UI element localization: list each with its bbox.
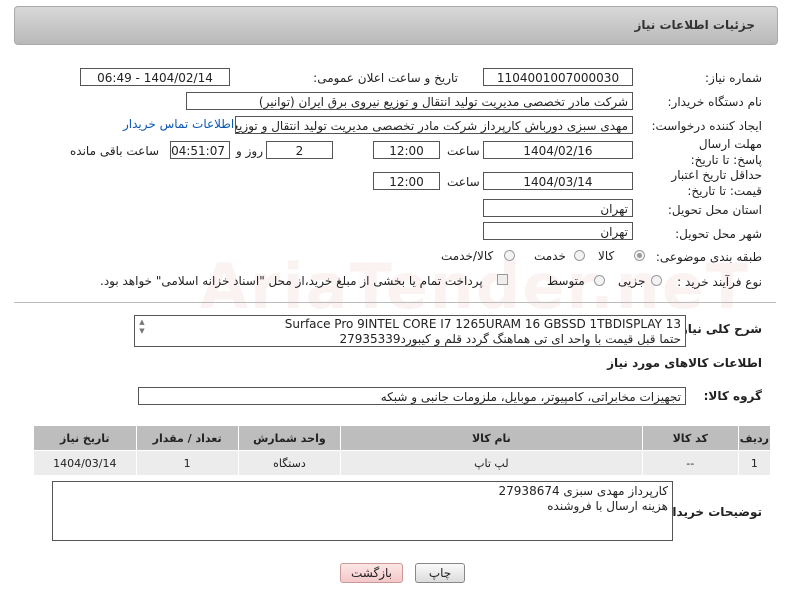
col-code: کد کالا	[641, 425, 739, 451]
process-radio-medium[interactable]	[594, 275, 605, 286]
process-radio-minor[interactable]	[651, 275, 662, 286]
textarea-scroll-arrows[interactable]: ▲ ▼	[137, 318, 147, 344]
city-field[interactable]: تهران	[483, 222, 633, 240]
deadline-time-field[interactable]: 12:00	[373, 141, 440, 159]
days-field[interactable]: 2	[266, 141, 333, 159]
goods-section-title: اطلاعات کالاهای مورد نیاز	[607, 356, 762, 370]
cell-row: 1	[737, 450, 772, 476]
divider	[14, 302, 776, 303]
goods-table-header: ردیف کد کالا نام کالا واحد شمارش تعداد /…	[33, 425, 772, 451]
province-field[interactable]: تهران	[483, 199, 633, 217]
buyer-contact-link[interactable]: اطلاعات تماس خریدار	[123, 117, 234, 131]
cell-name: لپ تاپ	[340, 450, 643, 476]
category-option-goods: کالا	[598, 249, 615, 263]
category-radio-goods-service[interactable]	[504, 250, 515, 261]
creator-label: ایجاد کننده درخواست:	[651, 119, 762, 133]
deadline-label: مهلت ارسال پاسخ: تا تاریخ:	[690, 137, 762, 167]
category-radio-goods[interactable]	[634, 250, 645, 261]
category-label: طبقه بندی موضوعی:	[655, 250, 762, 264]
table-row[interactable]: 1 -- لپ تاپ دستگاه 1 1404/03/14	[33, 450, 772, 476]
city-label: شهر محل تحویل:	[675, 227, 762, 241]
buyer-org-label: نام دستگاه خریدار:	[667, 95, 763, 109]
validity-time-field[interactable]: 12:00	[373, 172, 440, 190]
process-label: نوع فرآیند خرید :	[677, 275, 762, 289]
goods-group-field[interactable]: تجهیزات مخابراتی، کامپیوتر، موبایل، ملزو…	[138, 387, 686, 405]
buyer-notes-label: توضیحات خریدار:	[660, 505, 762, 519]
announce-date-field[interactable]: 1404/02/14 - 06:49	[80, 68, 230, 86]
province-label: استان محل تحویل:	[667, 203, 762, 217]
payment-checkbox[interactable]	[497, 274, 508, 285]
col-unit: واحد شمارش	[237, 425, 342, 451]
process-option-minor: جزیی	[618, 274, 646, 288]
buyer-notes-line-2: هزینه ارسال با فروشنده	[547, 499, 668, 513]
buyer-org-field[interactable]: شرکت مادر تخصصی مدیریت تولید انتقال و تو…	[186, 92, 633, 110]
page-header: جزئیات اطلاعات نیاز	[14, 6, 778, 45]
goods-group-label: گروه کالا:	[703, 389, 762, 403]
page-title: جزئیات اطلاعات نیاز	[634, 18, 755, 32]
cell-unit: دستگاه	[237, 450, 342, 476]
description-textarea[interactable]: Surface Pro 9INTEL CORE I7 1265URAM 16 G…	[134, 315, 686, 347]
description-line-1: Surface Pro 9INTEL CORE I7 1265URAM 16 G…	[284, 317, 681, 331]
category-radio-service[interactable]	[574, 250, 585, 261]
remaining-label: ساعت باقی مانده	[70, 144, 160, 158]
back-button[interactable]: بازگشت	[340, 563, 403, 583]
col-date: تاریخ نیاز	[33, 425, 137, 451]
buyer-notes-line-1: کارپرداز مهدی سبزی 27938674	[498, 484, 668, 498]
payment-note: پرداخت تمام یا بخشی از مبلغ خرید،از محل …	[100, 274, 483, 288]
category-option-service: خدمت	[534, 249, 566, 263]
print-button[interactable]: چاپ	[415, 563, 465, 583]
col-row: ردیف	[737, 425, 772, 451]
remaining-time-field[interactable]: 04:51:07	[170, 141, 230, 159]
category-option-goods-service: کالا/خدمت	[441, 249, 494, 263]
need-number-field[interactable]: 1104001007000030	[483, 68, 633, 86]
cell-date: 1404/03/14	[33, 450, 137, 476]
deadline-time-label: ساعت	[447, 144, 480, 158]
announce-label: تاریخ و ساعت اعلان عمومی:	[313, 71, 458, 85]
cell-code: --	[641, 450, 739, 476]
cell-qty: 1	[135, 450, 239, 476]
col-qty: تعداد / مقدار	[135, 425, 239, 451]
description-line-2: حتما قبل قیمت با واحد ای تی هماهنگ گردد …	[339, 332, 681, 346]
process-option-medium: متوسط	[547, 274, 585, 288]
validity-time-label: ساعت	[447, 175, 480, 189]
description-label: شرح کلی نیاز:	[676, 322, 762, 336]
creator-field[interactable]: مهدی سبزی دورباش کارپرداز شرکت مادر تخصص…	[235, 116, 633, 134]
need-number-label: شماره نیاز:	[705, 71, 762, 85]
days-label: روز و	[236, 144, 263, 158]
deadline-date-field[interactable]: 1404/02/16	[483, 141, 633, 159]
goods-table: ردیف کد کالا نام کالا واحد شمارش تعداد /…	[33, 425, 772, 476]
buyer-notes-textarea[interactable]: کارپرداز مهدی سبزی 27938674 هزینه ارسال …	[52, 481, 673, 541]
col-name: نام کالا	[340, 425, 643, 451]
validity-date-field[interactable]: 1404/03/14	[483, 172, 633, 190]
validity-label: حداقل تاریخ اعتبار قیمت: تا تاریخ:	[671, 168, 762, 198]
